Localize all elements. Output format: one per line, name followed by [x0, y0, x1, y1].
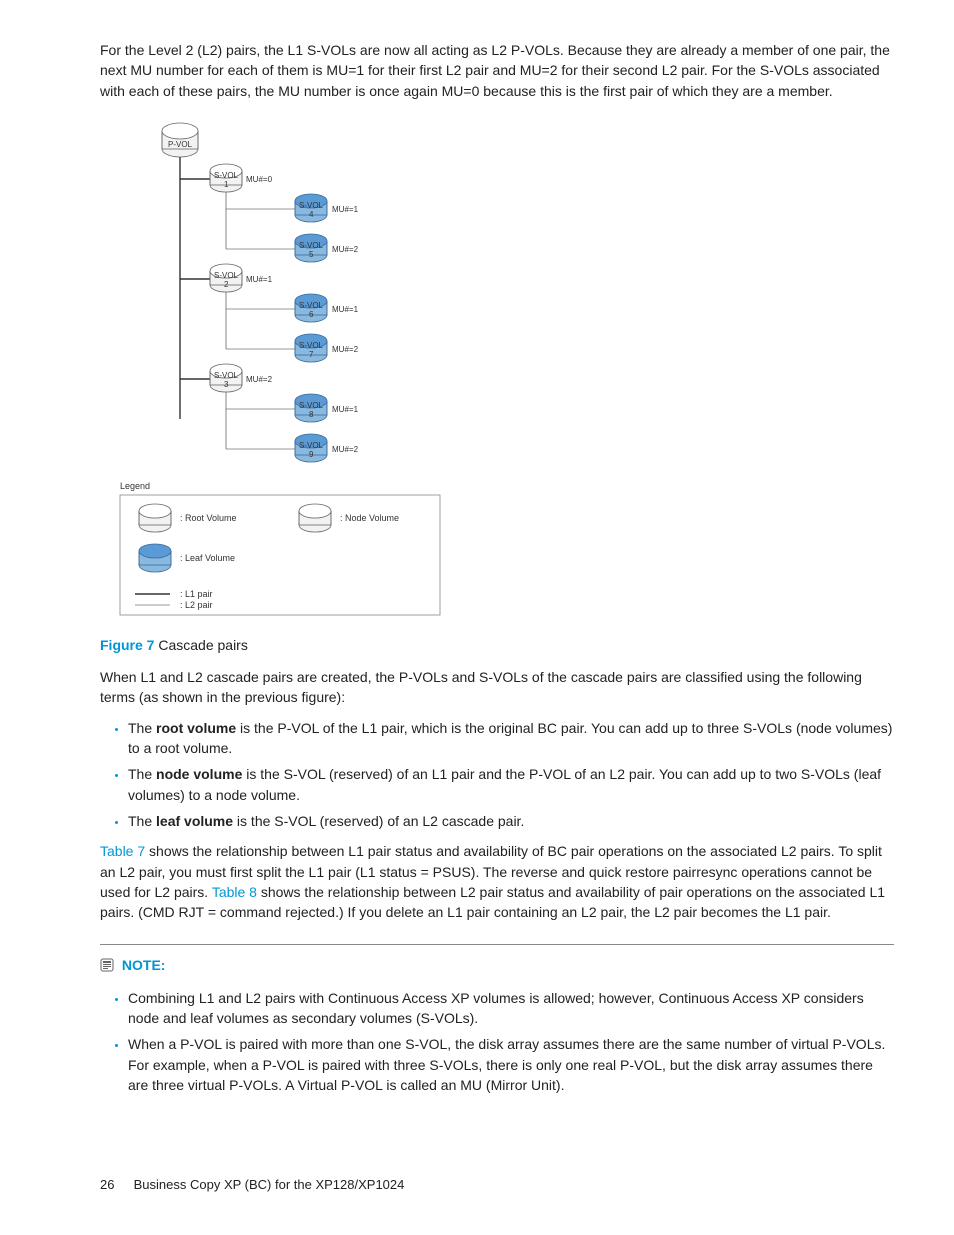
svg-text:9: 9 — [309, 450, 314, 459]
svg-text:S-VOL: S-VOL — [299, 341, 324, 350]
terms-bullet-list: The root volume is the P-VOL of the L1 p… — [100, 718, 894, 831]
leaf-cylinder-7: S-VOL 7 — [295, 334, 327, 362]
table-7-link[interactable]: Table 7 — [100, 843, 145, 859]
leaf6-mu: MU#=1 — [332, 305, 359, 314]
svg-text:S-VOL: S-VOL — [299, 301, 324, 310]
legend-node-cylinder — [299, 504, 331, 532]
svg-text:S-VOL: S-VOL — [299, 441, 324, 450]
figure-title: Cascade pairs — [158, 637, 248, 653]
figure-label: Figure 7 — [100, 637, 154, 653]
root-pvol-cylinder: P-VOL — [162, 123, 198, 157]
node-cylinder-1: S-VOL 1 — [210, 164, 242, 192]
leaf5-mu: MU#=2 — [332, 245, 359, 254]
legend-l2-label: : L2 pair — [180, 600, 213, 610]
legend-leaf-label: : Leaf Volume — [180, 553, 235, 563]
svg-text:S-VOL: S-VOL — [299, 241, 324, 250]
page-footer: 26 Business Copy XP (BC) for the XP128/X… — [100, 1176, 404, 1195]
leaf-cylinder-5: S-VOL 5 — [295, 234, 327, 262]
intro-paragraph: For the Level 2 (L2) pairs, the L1 S-VOL… — [100, 40, 894, 101]
svg-text:S-VOL: S-VOL — [214, 171, 239, 180]
svg-text:8: 8 — [309, 410, 314, 419]
svg-text:2: 2 — [224, 280, 229, 289]
note-bullet-list: Combining L1 and L2 pairs with Continuou… — [100, 988, 894, 1095]
svg-text:S-VOL: S-VOL — [214, 271, 239, 280]
bullet-leaf-volume: The leaf volume is the S-VOL (reserved) … — [128, 811, 894, 831]
footer-title: Business Copy XP (BC) for the XP128/XP10… — [134, 1177, 405, 1192]
leaf-cylinder-6: S-VOL 6 — [295, 294, 327, 322]
node3-mu: MU#=2 — [246, 375, 273, 384]
figure-caption: Figure 7 Cascade pairs — [100, 635, 894, 655]
note-bullet-caxp: Combining L1 and L2 pairs with Continuou… — [128, 988, 894, 1029]
tables-paragraph: Table 7 shows the relationship between L… — [100, 841, 894, 922]
paragraph-after-figure: When L1 and L2 cascade pairs are created… — [100, 667, 894, 708]
note-bullet-virtual-pvol: When a P-VOL is paired with more than on… — [128, 1034, 894, 1095]
bullet-root-volume: The root volume is the P-VOL of the L1 p… — [128, 718, 894, 759]
leaf-cylinder-4: S-VOL 4 — [295, 194, 327, 222]
bullet-node-volume: The node volume is the S-VOL (reserved) … — [128, 764, 894, 805]
legend-node-label: : Node Volume — [340, 513, 399, 523]
note-label: NOTE: — [122, 957, 166, 973]
leaf-cylinder-8: S-VOL 8 — [295, 394, 327, 422]
svg-text:3: 3 — [224, 380, 229, 389]
svg-text:7: 7 — [309, 350, 314, 359]
leaf7-mu: MU#=2 — [332, 345, 359, 354]
page-number: 26 — [100, 1176, 130, 1195]
svg-text:4: 4 — [309, 210, 314, 219]
legend-title: Legend — [120, 481, 150, 491]
leaf4-mu: MU#=1 — [332, 205, 359, 214]
node2-mu: MU#=1 — [246, 275, 273, 284]
node1-mu: MU#=0 — [246, 175, 273, 184]
leaf8-mu: MU#=1 — [332, 405, 359, 414]
svg-text:S-VOL: S-VOL — [214, 371, 239, 380]
legend-leaf-cylinder — [139, 544, 171, 572]
note-heading: NOTE: — [100, 955, 894, 977]
legend-l1-label: : L1 pair — [180, 589, 213, 599]
svg-text:5: 5 — [309, 250, 314, 259]
node-cylinder-3: S-VOL 3 — [210, 364, 242, 392]
svg-text:6: 6 — [309, 310, 314, 319]
svg-text:S-VOL: S-VOL — [299, 201, 324, 210]
figure-7-diagram: P-VOL S-VOL 1 MU#=0 S-VOL 4 MU#=1 S-VOL … — [100, 119, 894, 629]
svg-text:P-VOL: P-VOL — [168, 140, 193, 149]
leaf-cylinder-9: S-VOL 9 — [295, 434, 327, 462]
table-8-link[interactable]: Table 8 — [212, 884, 257, 900]
svg-text:S-VOL: S-VOL — [299, 401, 324, 410]
note-icon — [100, 957, 114, 977]
svg-text:1: 1 — [224, 180, 229, 189]
node-cylinder-2: S-VOL 2 — [210, 264, 242, 292]
note-divider — [100, 944, 894, 945]
leaf9-mu: MU#=2 — [332, 445, 359, 454]
legend-root-label: : Root Volume — [180, 513, 237, 523]
legend-root-cylinder — [139, 504, 171, 532]
